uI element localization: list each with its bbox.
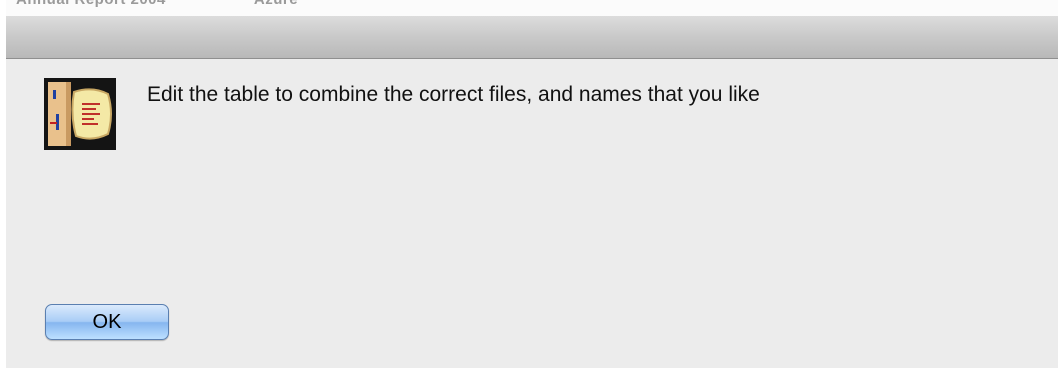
ok-button[interactable]: OK: [45, 304, 169, 340]
alert-message: Edit the table to combine the correct fi…: [147, 83, 760, 106]
background-window-strip: Annual Report 2004 ~ Azure: [6, 0, 1058, 16]
script-editor-icon: [44, 78, 116, 150]
ok-button-label: OK: [92, 310, 122, 333]
dialog-title-bar[interactable]: [6, 16, 1058, 59]
background-window-text: Annual Report 2004 ~ Azure: [16, 0, 298, 8]
alert-dialog: Edit the table to combine the correct fi…: [6, 59, 1058, 368]
